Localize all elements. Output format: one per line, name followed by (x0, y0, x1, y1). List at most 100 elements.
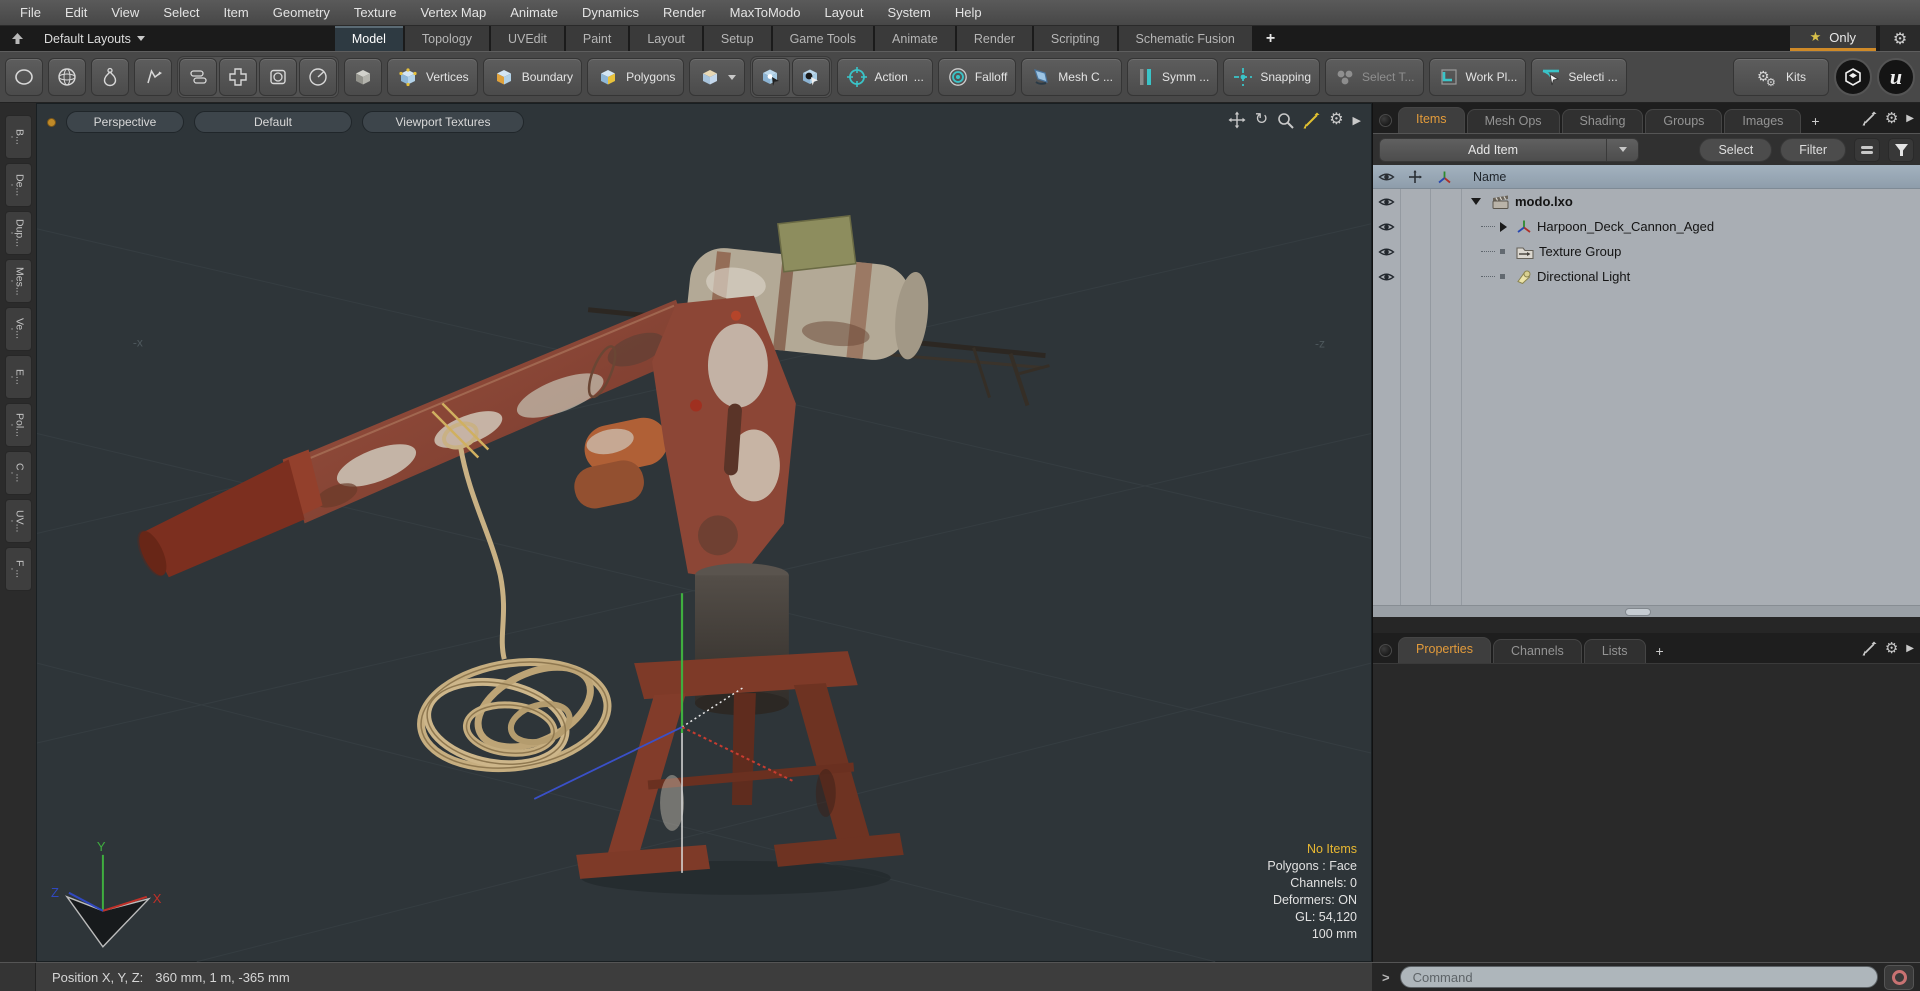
item-mode-button[interactable] (344, 58, 382, 96)
tab-render[interactable]: Render (956, 26, 1034, 51)
mesh-constraint-button[interactable]: Mesh C ... (1021, 58, 1122, 96)
toolbox-tab-polygon[interactable]: Pol... (4, 403, 32, 447)
paint-select-cube-button[interactable] (792, 58, 831, 96)
selection-sets-button[interactable]: Selecti ... (1531, 58, 1627, 96)
viewport-shading-button[interactable]: Default (194, 111, 352, 133)
menu-dynamics[interactable]: Dynamics (570, 0, 651, 25)
tab-mesh-ops[interactable]: Mesh Ops (1466, 109, 1560, 133)
tab-groups[interactable]: Groups (1645, 109, 1723, 133)
kits-button[interactable]: ⚙ ⚙ Kits (1732, 58, 1829, 96)
tab-paint[interactable]: Paint (565, 26, 631, 51)
add-properties-tab-button[interactable]: + (1648, 639, 1672, 663)
panel-corner-knob[interactable] (1379, 644, 1392, 657)
maximize-panel-icon[interactable] (1862, 111, 1877, 126)
layout-settings-gear-button[interactable]: ⚙ (1880, 26, 1920, 51)
panel-expand-arrow-icon[interactable]: ▶ (1906, 113, 1914, 124)
panel-expand-arrow-icon[interactable]: ▶ (1906, 643, 1914, 654)
scrollbar-thumb[interactable] (1624, 608, 1651, 616)
tab-images[interactable]: Images (1724, 109, 1802, 133)
pan-icon[interactable] (1228, 111, 1246, 129)
expand-selection-button[interactable] (219, 58, 257, 96)
tab-game-tools[interactable]: Game Tools (772, 26, 876, 51)
tab-properties[interactable]: Properties (1398, 637, 1491, 663)
items-mode-dropdown-button[interactable] (689, 58, 746, 96)
boundary-mode-button[interactable]: Boundary (482, 58, 583, 96)
viewport-gear-icon[interactable]: ⚙ (1329, 112, 1343, 128)
menu-select[interactable]: Select (151, 0, 211, 25)
tab-channels[interactable]: Channels (1492, 639, 1582, 663)
command-input[interactable] (1399, 966, 1878, 988)
symmetry-button[interactable]: Symm ... (1126, 58, 1219, 96)
menu-texture[interactable]: Texture (342, 0, 409, 25)
favorites-only-button[interactable]: ★ Only (1789, 26, 1876, 51)
action-center-button[interactable]: Action ... (837, 58, 933, 96)
ellipse-tool-button[interactable] (5, 58, 43, 96)
tab-animate[interactable]: Animate (875, 26, 957, 51)
panel-gear-icon[interactable]: ⚙ (1885, 109, 1898, 127)
menu-geometry[interactable]: Geometry (261, 0, 342, 25)
rounded-rect-tool-button[interactable] (259, 58, 297, 96)
menu-vertex-map[interactable]: Vertex Map (408, 0, 498, 25)
menu-animate[interactable]: Animate (498, 0, 570, 25)
panel-gear-icon[interactable]: ⚙ (1885, 639, 1898, 657)
filter-funnel-button[interactable] (1888, 137, 1914, 162)
menu-edit[interactable]: Edit (53, 0, 99, 25)
menu-system[interactable]: System (876, 0, 943, 25)
expand-arrow-icon[interactable] (1500, 221, 1507, 232)
tab-scripting[interactable]: Scripting (1033, 26, 1119, 51)
menu-help[interactable]: Help (943, 0, 994, 25)
tab-items[interactable]: Items (1398, 107, 1465, 133)
add-item-dropdown[interactable] (1606, 138, 1638, 161)
visibility-toggle[interactable] (1373, 246, 1400, 258)
vertices-mode-button[interactable]: Vertices (387, 58, 478, 96)
toolbox-tab-mesh[interactable]: Mes... (4, 259, 32, 303)
macro-record-button[interactable] (1884, 964, 1914, 990)
toolbox-tab-edge[interactable]: E... (4, 355, 32, 399)
visibility-toggle[interactable] (1373, 196, 1400, 208)
viewport-expand-arrow-icon[interactable]: ▶ (1353, 114, 1361, 127)
tab-model[interactable]: Model (334, 26, 405, 51)
tab-topology[interactable]: Topology (404, 26, 491, 51)
3d-viewport[interactable]: Perspective Default Viewport Textures ↻ … (36, 103, 1372, 962)
unreal-bridge-button[interactable]: u (1877, 58, 1915, 96)
tab-layout[interactable]: Layout (630, 26, 704, 51)
toolbox-tab-curves[interactable]: C ... (4, 451, 32, 495)
rotate-view-icon[interactable]: ↻ (1255, 112, 1268, 128)
falloff-button[interactable]: Falloff (937, 58, 1017, 96)
sphere-tool-button[interactable] (48, 58, 86, 96)
3d-scene-canvas[interactable]: -x -z Y X Z (37, 104, 1371, 962)
menu-file[interactable]: File (8, 0, 53, 25)
zoom-icon[interactable] (1277, 112, 1294, 129)
visibility-toggle[interactable] (1373, 221, 1400, 233)
tab-uvedit[interactable]: UVEdit (490, 26, 566, 51)
paste-tool-button[interactable] (179, 58, 217, 96)
menu-render[interactable]: Render (651, 0, 718, 25)
add-layout-tab-button[interactable]: + (1254, 26, 1290, 51)
toolbox-tab-duplicate[interactable]: Dup... (4, 211, 32, 255)
tree-row-scene[interactable]: modo.lxo (1373, 189, 1920, 214)
tab-shading[interactable]: Shading (1561, 109, 1644, 133)
maximize-panel-icon[interactable] (1862, 641, 1877, 656)
tab-setup[interactable]: Setup (703, 26, 773, 51)
layouts-dropdown[interactable]: Default Layouts (34, 26, 155, 51)
tree-row-mesh[interactable]: Harpoon_Deck_Cannon_Aged (1373, 214, 1920, 239)
viewport-projection-button[interactable]: Perspective (66, 111, 184, 133)
tab-schematic-fusion[interactable]: Schematic Fusion (1118, 26, 1254, 51)
polygons-mode-button[interactable]: Polygons (587, 58, 685, 96)
add-item-button[interactable]: Add Item (1379, 137, 1639, 162)
tab-lists[interactable]: Lists (1583, 639, 1646, 663)
lasso-tool-button[interactable] (134, 58, 172, 96)
pin-layout-button[interactable] (0, 26, 34, 51)
select-through-cube-button[interactable] (752, 58, 791, 96)
snapping-button[interactable]: Snapping (1223, 58, 1321, 96)
toolbox-tab-falloff[interactable]: F ... (4, 547, 32, 591)
list-options-button[interactable] (1854, 137, 1880, 162)
panel-corner-knob[interactable] (1379, 114, 1392, 127)
select-button[interactable]: Select (1699, 137, 1773, 162)
add-panel-tab-button[interactable]: + (1803, 109, 1827, 133)
menu-layout[interactable]: Layout (812, 0, 875, 25)
maximize-viewport-icon[interactable] (1303, 112, 1320, 129)
menu-view[interactable]: View (99, 0, 151, 25)
toolbox-tab-uv[interactable]: UV... (4, 499, 32, 543)
viewport-textures-button[interactable]: Viewport Textures (362, 111, 524, 133)
